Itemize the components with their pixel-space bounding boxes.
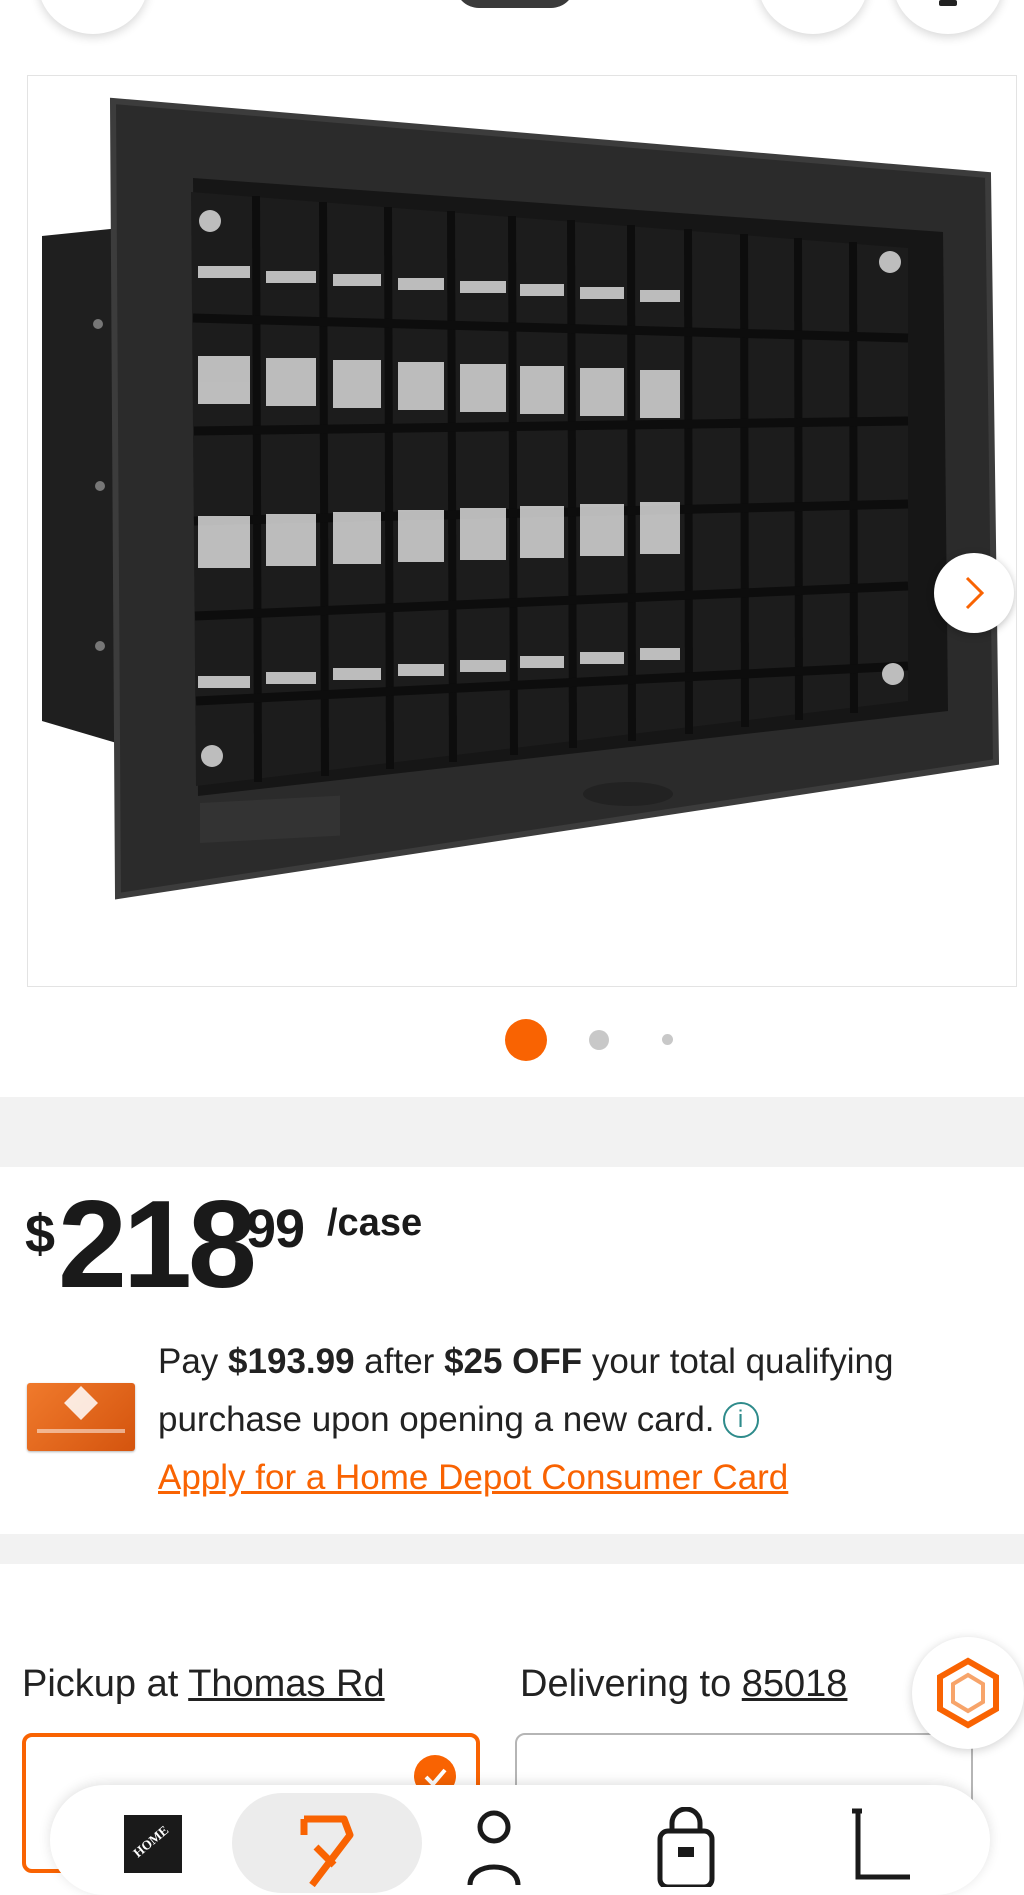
price-dollars: 218 <box>58 1176 257 1314</box>
delivery-zip-link[interactable]: 85018 <box>742 1663 848 1705</box>
bottom-navigation: HOME <box>50 1785 990 1895</box>
account-icon <box>467 1810 521 1886</box>
home-logo-icon: HOME <box>124 1815 182 1873</box>
card-offer-line2: purchase upon opening a new card. i <box>158 1400 988 1440</box>
section-divider <box>0 1534 1024 1564</box>
carousel-dot-active[interactable] <box>505 1019 547 1061</box>
pickup-label: Pickup at Thomas Rd <box>22 1663 385 1705</box>
cart-icon <box>852 1808 910 1880</box>
nav-shop[interactable] <box>232 1793 422 1893</box>
next-image-button[interactable] <box>934 553 1014 633</box>
card-offer-line1: Pay $193.99 after $25 OFF your total qua… <box>158 1342 894 1381</box>
chat-assistant-button[interactable] <box>912 1637 1024 1749</box>
lists-icon <box>657 1806 715 1890</box>
delivery-label: Delivering to 85018 <box>520 1663 848 1705</box>
chevron-right-icon <box>965 576 985 610</box>
apply-card-link[interactable]: Apply for a Home Depot Consumer Card <box>158 1458 788 1498</box>
product-image-frame[interactable] <box>27 75 1017 987</box>
nav-lists[interactable] <box>654 1806 718 1890</box>
share-button[interactable] <box>758 0 868 34</box>
more-button[interactable] <box>893 0 1003 34</box>
back-button[interactable] <box>38 0 148 34</box>
nav-home[interactable]: HOME <box>122 1813 184 1873</box>
carousel-dot[interactable] <box>662 1034 673 1045</box>
carousel-dot[interactable] <box>589 1030 609 1050</box>
more-icon <box>939 0 957 6</box>
consumer-card-image <box>27 1383 135 1451</box>
nav-account[interactable] <box>464 1805 524 1886</box>
section-divider <box>0 1097 1024 1167</box>
price-cents: 99 <box>246 1199 305 1259</box>
price-currency: $ <box>25 1204 56 1264</box>
assistant-icon <box>937 1657 999 1729</box>
pickup-store-link[interactable]: Thomas Rd <box>188 1663 384 1705</box>
price-unit: /case <box>327 1202 423 1244</box>
image-gallery-pill <box>455 0 575 8</box>
nav-cart[interactable] <box>848 1807 918 1887</box>
shop-icon <box>300 1815 354 1887</box>
product-image <box>42 97 1000 900</box>
info-icon[interactable]: i <box>722 1402 759 1438</box>
